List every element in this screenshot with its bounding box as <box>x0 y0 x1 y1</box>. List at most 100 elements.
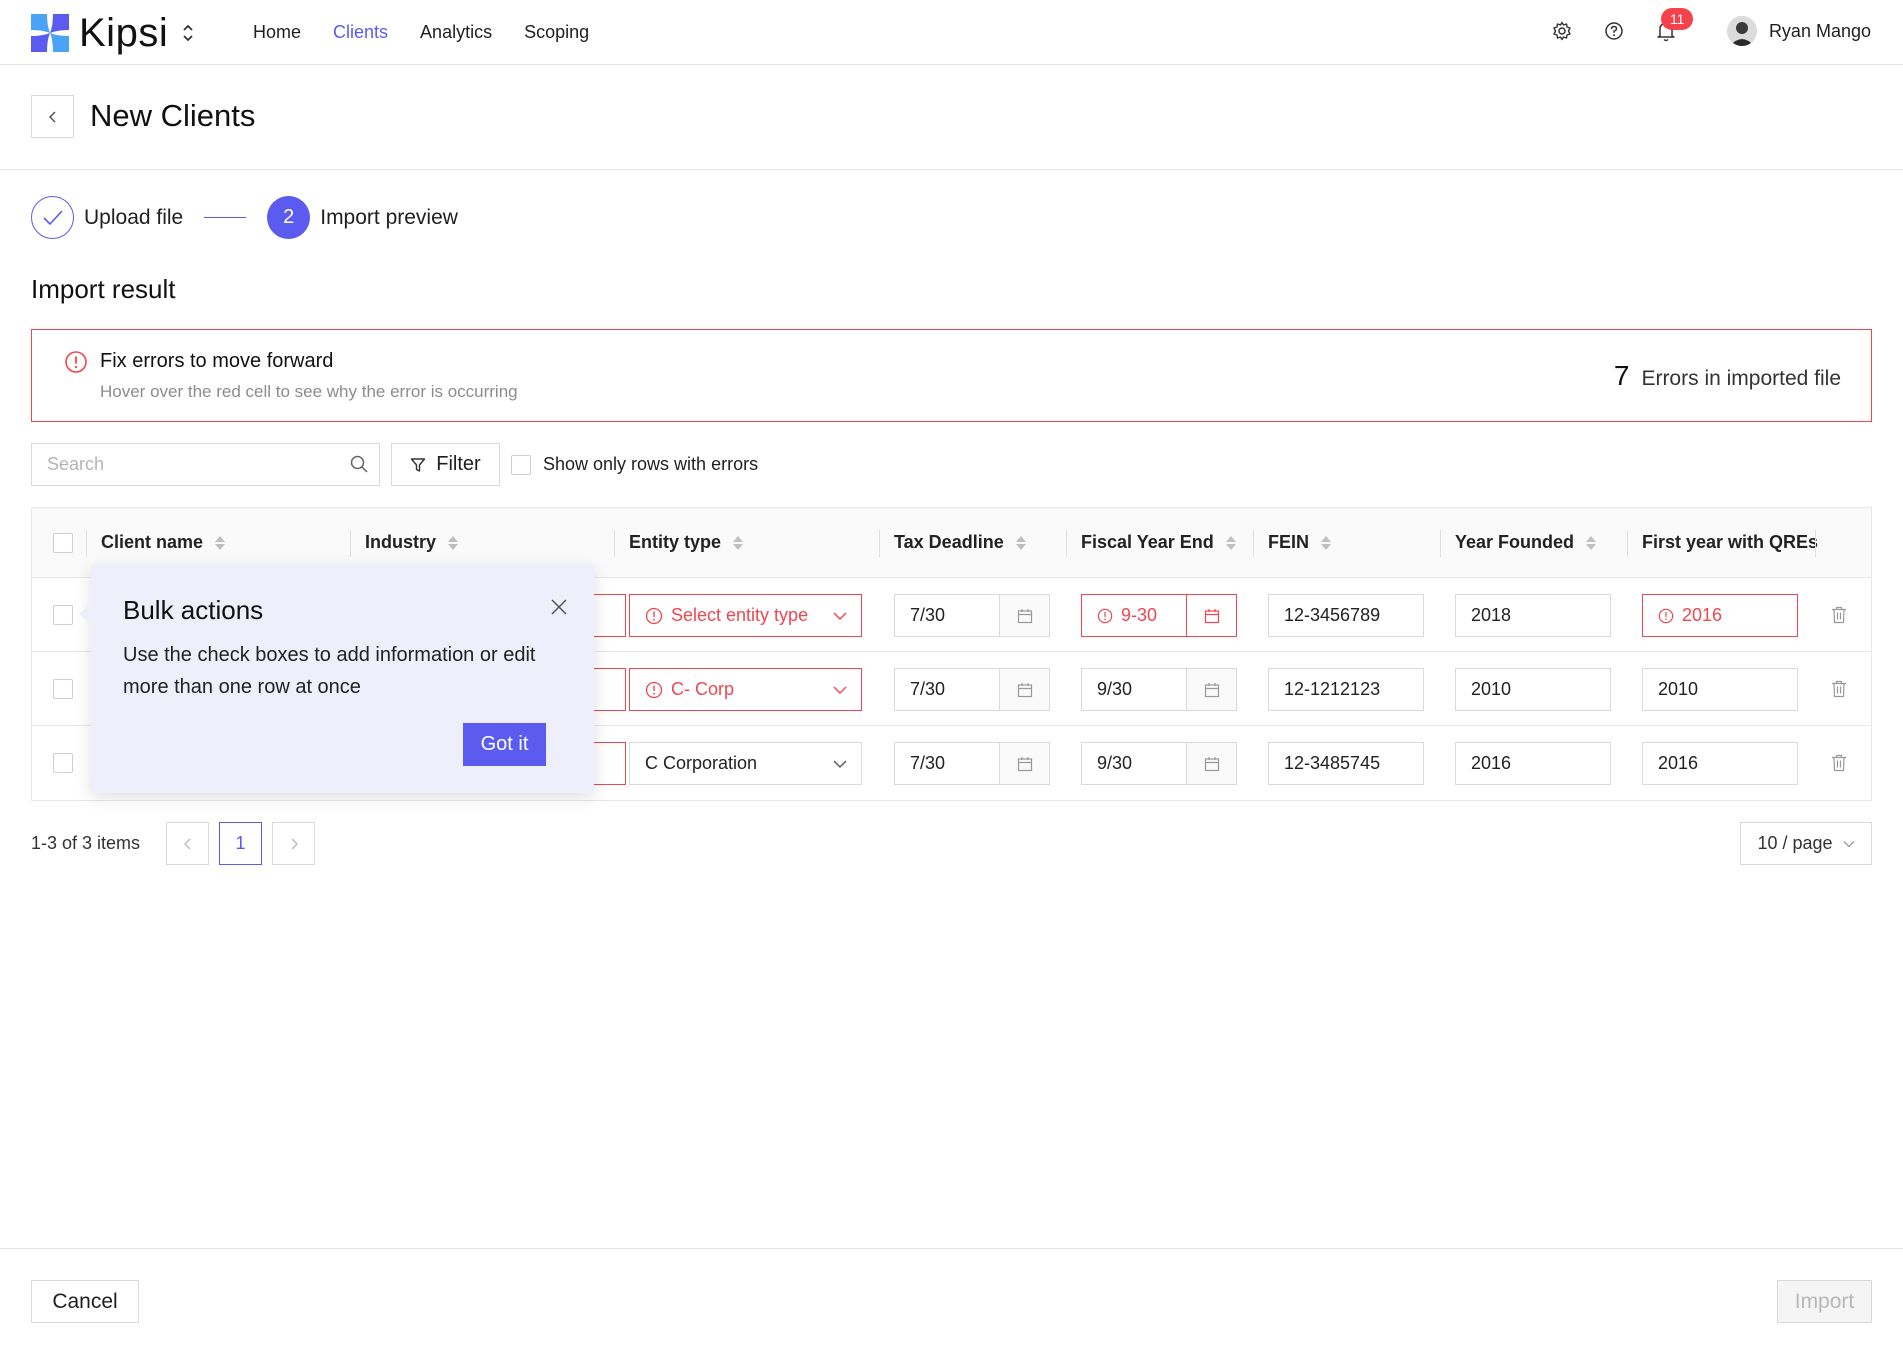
nav-clients[interactable]: Clients <box>333 22 388 43</box>
back-button[interactable] <box>31 95 74 138</box>
show-errors-checkbox[interactable] <box>511 454 531 475</box>
error-count: 7 Errors in imported file <box>1614 360 1841 392</box>
bulk-actions-popover: Bulk actions Use the check boxes to add … <box>79 565 594 793</box>
sort-icon <box>733 535 744 550</box>
year-founded-input[interactable]: 2018 <box>1455 594 1611 637</box>
search-icon[interactable] <box>349 454 369 479</box>
column-industry[interactable]: Industry <box>365 532 459 553</box>
year-founded-input[interactable]: 2010 <box>1455 668 1611 711</box>
row-checkbox[interactable] <box>53 679 73 699</box>
first-year-qres-input[interactable]: 2016 <box>1642 742 1798 785</box>
tax-deadline-date-picker[interactable]: 7/30 <box>894 742 1050 785</box>
column-entity-type[interactable]: Entity type <box>629 532 744 553</box>
tax-deadline-date-picker[interactable]: 7/30 <box>894 668 1050 711</box>
error-icon <box>1097 608 1113 623</box>
page-size-select[interactable]: 10 / page <box>1740 822 1872 865</box>
pagination-summary: 1-3 of 3 items <box>31 833 141 853</box>
fiscal-year-end-date-picker[interactable]: 9/30 <box>1081 742 1237 785</box>
delete-row-icon[interactable] <box>1831 680 1847 703</box>
search-box <box>31 443 380 486</box>
chevron-down-icon <box>833 679 861 700</box>
kipsi-logo-icon <box>31 14 69 52</box>
page-header: New Clients <box>0 66 1903 170</box>
column-tax-deadline[interactable]: Tax Deadline <box>894 532 1026 553</box>
user-menu[interactable]: Ryan Mango <box>1726 16 1871 46</box>
calendar-icon <box>1186 743 1236 784</box>
first-year-qres-input[interactable]: 2016 <box>1642 594 1798 637</box>
close-icon[interactable] <box>550 598 568 621</box>
import-button[interactable]: Import <box>1777 1280 1872 1323</box>
cancel-button[interactable]: Cancel <box>31 1280 139 1323</box>
chevron-left-icon <box>183 838 190 849</box>
step-number: 2 <box>267 196 311 239</box>
first-year-qres-input[interactable]: 2010 <box>1642 668 1798 711</box>
fein-input[interactable]: 12-1212123 <box>1268 668 1424 711</box>
delete-row-icon[interactable] <box>1831 754 1847 777</box>
page-number-button[interactable]: 1 <box>219 822 262 865</box>
help-icon[interactable] <box>1603 20 1625 42</box>
top-navigation-bar: Kipsi Home Clients Analytics Scoping 11 … <box>0 0 1903 65</box>
fein-input[interactable]: 12-3456789 <box>1268 594 1424 637</box>
column-year-founded[interactable]: Year Founded <box>1455 532 1597 553</box>
app-logo[interactable]: Kipsi <box>31 13 194 53</box>
calendar-icon <box>1186 595 1236 636</box>
filter-label: Filter <box>436 453 481 475</box>
column-client-name[interactable]: Client name <box>101 532 226 553</box>
popover-text: Use the check boxes to add information o… <box>123 644 536 698</box>
fein-input[interactable]: 12-3485745 <box>1268 742 1424 785</box>
filter-button[interactable]: Filter <box>391 443 500 486</box>
year-founded-input[interactable]: 2016 <box>1455 742 1611 785</box>
nav-scoping[interactable]: Scoping <box>524 22 589 43</box>
sort-icon <box>1321 535 1332 550</box>
delete-row-icon[interactable] <box>1831 606 1847 629</box>
filter-icon <box>411 457 426 472</box>
avatar <box>1726 16 1757 46</box>
step-import-preview: Import preview <box>320 205 458 229</box>
entity-type-select[interactable]: C- Corp <box>629 668 862 711</box>
next-page-button[interactable] <box>272 822 315 865</box>
nav-analytics[interactable]: Analytics <box>420 22 492 43</box>
error-icon <box>1658 608 1674 623</box>
sort-icon <box>1225 535 1236 550</box>
got-it-button[interactable]: Got it <box>463 723 546 766</box>
error-subtitle: Hover over the red cell to see why the e… <box>100 382 518 401</box>
chevron-down-icon <box>1843 840 1854 847</box>
search-input[interactable] <box>32 444 332 485</box>
notification-badge: 11 <box>1660 8 1694 30</box>
chevron-down-icon <box>833 605 861 626</box>
chevron-right-icon <box>291 838 298 849</box>
error-icon <box>645 607 663 624</box>
bell-icon[interactable]: 11 <box>1655 8 1694 42</box>
row-checkbox[interactable] <box>53 605 73 625</box>
error-count-number: 7 <box>1613 360 1630 391</box>
footer-bar: Cancel Import <box>0 1248 1903 1354</box>
entity-type-select[interactable]: C Corporation <box>629 742 862 785</box>
fiscal-year-end-date-picker[interactable]: 9-30 <box>1081 594 1237 637</box>
column-fein[interactable]: FEIN <box>1268 532 1332 553</box>
import-steps: Upload file 2 Import preview <box>31 196 458 239</box>
column-first-year-qres[interactable]: First year with QREs <box>1642 532 1818 553</box>
nav-home[interactable]: Home <box>253 22 301 43</box>
workspace-switch-icon[interactable] <box>182 22 194 44</box>
step-upload-file: Upload file <box>84 205 184 229</box>
industry-cell-partial[interactable] <box>592 742 626 785</box>
industry-cell-partial[interactable] <box>592 668 626 711</box>
column-fiscal-year-end[interactable]: Fiscal Year End <box>1081 532 1236 553</box>
entity-type-select[interactable]: Select entity type <box>629 594 862 637</box>
calendar-icon <box>999 743 1049 784</box>
error-banner: Fix errors to move forward Hover over th… <box>31 329 1872 422</box>
fiscal-year-end-date-picker[interactable]: 9/30 <box>1081 668 1237 711</box>
user-name: Ryan Mango <box>1768 20 1871 41</box>
industry-cell-partial[interactable] <box>592 594 626 637</box>
show-errors-toggle[interactable]: Show only rows with errors <box>511 454 758 475</box>
top-right-actions: 11 Ryan Mango <box>1551 8 1871 46</box>
row-checkbox[interactable] <box>53 753 73 773</box>
error-icon <box>645 681 663 698</box>
select-all-checkbox[interactable] <box>53 533 73 553</box>
tax-deadline-date-picker[interactable]: 7/30 <box>894 594 1050 637</box>
gear-icon[interactable] <box>1551 20 1573 42</box>
prev-page-button[interactable] <box>166 822 209 865</box>
calendar-icon <box>1186 669 1236 710</box>
error-count-label: Errors in imported file <box>1641 367 1841 390</box>
error-icon <box>64 350 88 379</box>
